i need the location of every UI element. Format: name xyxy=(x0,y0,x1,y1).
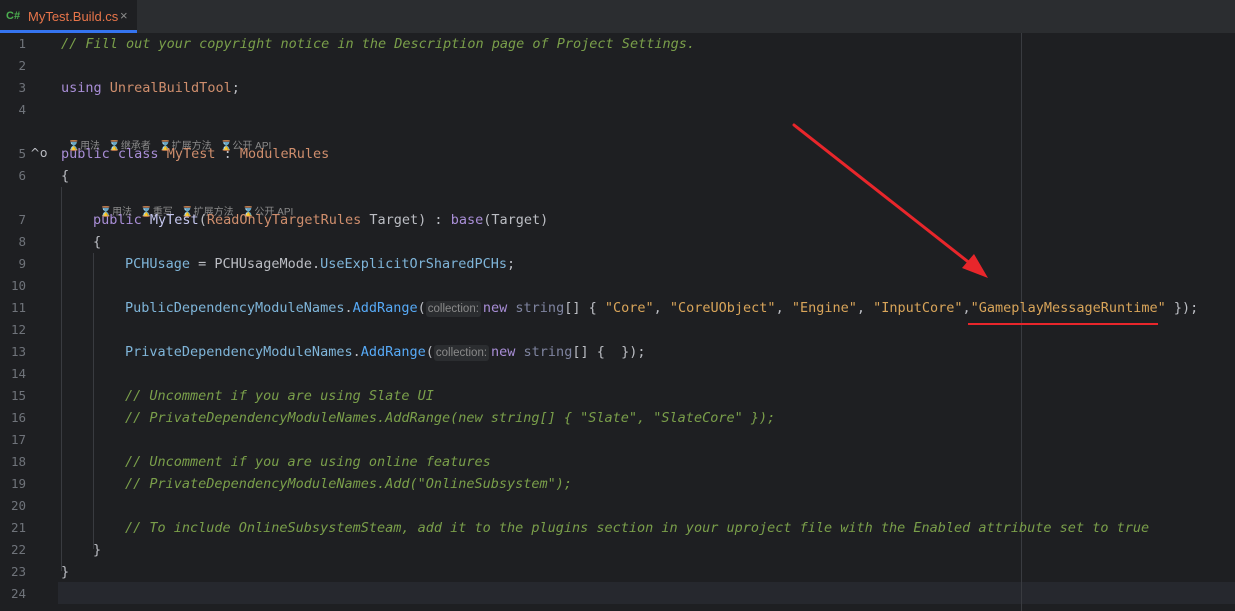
ctor-name: MyTest xyxy=(149,212,199,228)
keyword-string: string xyxy=(515,344,573,360)
line-number: 22 xyxy=(10,542,26,557)
code-line-16: // PrivateDependencyModuleNames.AddRange… xyxy=(125,410,776,426)
keyword-using: using xyxy=(61,80,102,96)
string-inputcore: "InputCore" xyxy=(873,300,963,316)
line-number: 3 xyxy=(18,80,26,95)
dot: . xyxy=(311,256,321,272)
addrange-method: AddRange xyxy=(360,344,426,360)
current-line-highlight xyxy=(58,582,1235,604)
line-number: 23 xyxy=(10,564,26,579)
line-number: 19 xyxy=(10,476,26,491)
line-number: 17 xyxy=(10,432,26,447)
array-open: [] { xyxy=(564,300,605,316)
dot: . xyxy=(344,300,353,316)
line-number: 18 xyxy=(10,454,26,469)
indent-guide xyxy=(93,253,94,549)
keyword-new: new xyxy=(482,300,508,316)
addrange-method: AddRange xyxy=(352,300,418,316)
line-number: 11 xyxy=(10,300,26,315)
private-deps-object: PrivateDependencyModuleNames xyxy=(125,344,353,360)
line-number: 5 xyxy=(18,146,26,161)
line-number: 6 xyxy=(18,168,26,183)
line-number: 7 xyxy=(18,212,26,227)
line-number: 4 xyxy=(18,102,26,117)
code-line-11: PublicDependencyModuleNames.AddRange(col… xyxy=(125,297,1198,319)
class-usage-hints[interactable]: ⌛用法 ⌛继承者 ⌛扩展方法 ⌛公开 API xyxy=(62,126,272,152)
code-line-21: // To include OnlineSubsystemSteam, add … xyxy=(125,520,1150,536)
colon: : xyxy=(215,146,240,162)
parameter-hint-collection: collection: xyxy=(433,345,490,361)
base-args: (Target) xyxy=(483,212,549,228)
enum-value: UseExplicitOrSharedPCHs xyxy=(320,256,508,272)
param-type: ReadOnlyTargetRules xyxy=(206,212,362,228)
comma: , xyxy=(962,300,971,316)
ctor-usage-hints[interactable]: ⌛用法 ⌛重写 ⌛扩展方法 ⌛公开 API xyxy=(94,192,294,218)
csharp-file-icon: C# xyxy=(6,10,21,22)
line-number: 1 xyxy=(18,36,26,51)
namespace-name: UnrealBuildTool xyxy=(109,80,232,96)
code-line-7: public MyTest(ReadOnlyTargetRules Target… xyxy=(93,209,548,231)
comma: , xyxy=(653,300,670,316)
paren: ( xyxy=(198,212,207,228)
code-line-22: } xyxy=(93,542,102,558)
line-number: 10 xyxy=(10,278,26,293)
code-line-9: PCHUsage = PCHUsageMode.UseExplicitOrSha… xyxy=(125,253,515,275)
code-line-18: // Uncomment if you are using online fea… xyxy=(125,454,491,470)
editor-tab-bar: C# MyTest.Build.cs × xyxy=(0,0,1235,34)
param-name: Target) : xyxy=(361,212,451,228)
line-number: 16 xyxy=(10,410,26,425)
keyword-class: class xyxy=(117,146,159,162)
keyword-string: string xyxy=(507,300,565,316)
implements-gutter-icon[interactable]: ^o xyxy=(30,146,47,160)
line-number: 2 xyxy=(18,58,26,73)
string-gameplaymessageruntime: "GameplayMessageRuntime" xyxy=(970,300,1166,316)
pchusage-property: PCHUsage xyxy=(125,256,191,272)
string-engine: "Engine" xyxy=(791,300,857,316)
tab-mytest-build-cs[interactable]: C# MyTest.Build.cs × xyxy=(0,0,137,33)
dot: . xyxy=(352,344,361,360)
tab-title: MyTest.Build.cs xyxy=(28,9,119,24)
line-number: 14 xyxy=(10,366,26,381)
code-line-5: public class MyTest : ModuleRules xyxy=(61,143,329,165)
class-name: MyTest xyxy=(166,146,216,162)
code-line-13: PrivateDependencyModuleNames.AddRange(co… xyxy=(125,341,645,363)
keyword-public: public xyxy=(61,146,110,162)
line-number: 8 xyxy=(18,234,26,249)
assign: = xyxy=(190,256,215,272)
code-line-19: // PrivateDependencyModuleNames.Add("Onl… xyxy=(125,476,573,492)
line-number: 15 xyxy=(10,388,26,403)
line-number: 12 xyxy=(10,322,26,337)
parameter-hint-collection: collection: xyxy=(425,301,481,317)
keyword-public: public xyxy=(93,212,142,228)
line-number: 21 xyxy=(10,520,26,535)
array-close: }); xyxy=(1165,300,1199,316)
line-number: 9 xyxy=(18,256,26,271)
string-core: "Core" xyxy=(604,300,654,316)
public-deps-object: PublicDependencyModuleNames xyxy=(125,300,345,316)
semicolon: ; xyxy=(507,256,516,272)
base-class-name: ModuleRules xyxy=(239,146,330,162)
enum-name: PCHUsageMode xyxy=(214,256,312,272)
code-line-1: // Fill out your copyright notice in the… xyxy=(61,36,695,52)
keyword-new: new xyxy=(491,344,516,360)
paren: ( xyxy=(425,344,434,360)
indent-guide xyxy=(61,187,62,571)
line-number: 20 xyxy=(10,498,26,513)
close-icon[interactable]: × xyxy=(120,8,128,23)
code-line-23: } xyxy=(61,564,70,580)
line-number: 24 xyxy=(10,586,26,601)
string-coreuobject: "CoreUObject" xyxy=(669,300,776,316)
code-line-3: using UnrealBuildTool; xyxy=(61,77,240,99)
code-line-8: { xyxy=(93,234,102,250)
comma: , xyxy=(856,300,874,316)
keyword-base: base xyxy=(450,212,484,228)
code-line-15: // Uncomment if you are using Slate UI xyxy=(125,388,434,404)
line-number: 13 xyxy=(10,344,26,359)
code-line-6: { xyxy=(61,168,70,184)
paren: ( xyxy=(417,300,426,316)
semicolon: ; xyxy=(231,80,240,96)
array-empty: [] { }); xyxy=(572,344,646,360)
comma: , xyxy=(775,300,792,316)
